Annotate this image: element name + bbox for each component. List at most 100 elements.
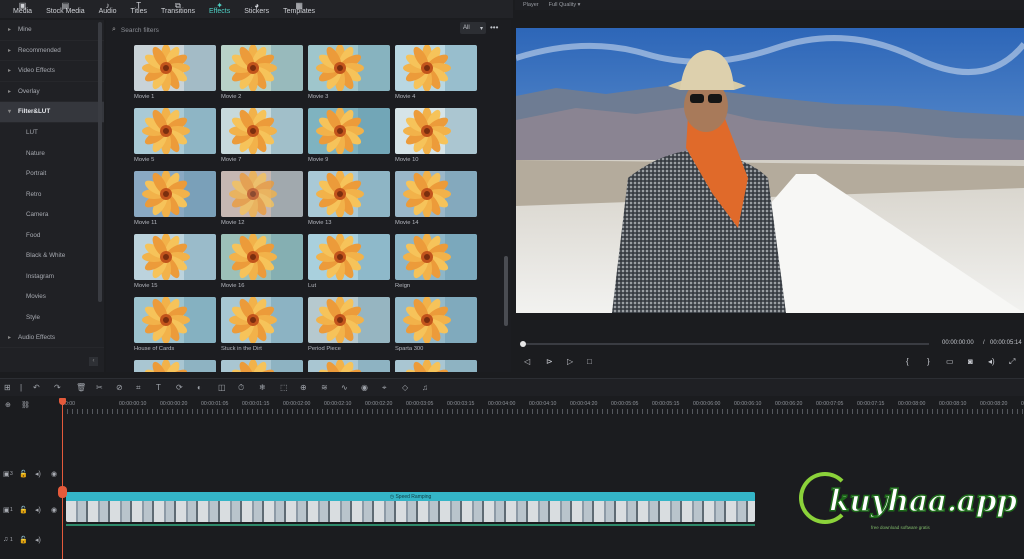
- stop-icon[interactable]: □: [587, 357, 592, 366]
- mark-in-icon[interactable]: {: [906, 357, 909, 366]
- sidebar-item-recommended[interactable]: ▸ Recommended: [0, 41, 104, 61]
- ai-tools-icon[interactable]: ◉: [361, 383, 368, 392]
- tab-stickers[interactable]: ◕ Stickers: [237, 1, 276, 18]
- tab-templates[interactable]: ▦ Templates: [276, 1, 322, 18]
- sidebar-item-movies[interactable]: Movies: [0, 287, 104, 308]
- delete-icon[interactable]: 🗑: [76, 383, 86, 392]
- library-scrollbar[interactable]: [504, 256, 508, 326]
- playback-scrubber[interactable]: [520, 341, 929, 347]
- adjust-icon[interactable]: ⌖: [382, 383, 387, 393]
- video-clip[interactable]: ◷ Speed Ramping: [66, 492, 755, 522]
- redo-icon[interactable]: ↷: [54, 383, 61, 392]
- grid-layout-icon[interactable]: ⊞: [4, 383, 11, 392]
- sidebar-item-style[interactable]: Style: [0, 307, 104, 328]
- marker-icon[interactable]: ⊘: [116, 383, 123, 392]
- color-icon[interactable]: ◐: [197, 383, 202, 392]
- sidebar-item-nature[interactable]: Nature: [0, 143, 104, 164]
- filter-thumbnail[interactable]: Movie 15: [134, 234, 216, 289]
- visibility-icon[interactable]: ◉: [51, 506, 57, 514]
- mark-out-icon[interactable]: }: [927, 357, 930, 366]
- display-icon[interactable]: ▭: [946, 357, 954, 366]
- filter-thumbnail[interactable]: Reign: [395, 234, 477, 289]
- filter-thumbnail[interactable]: Movie 11: [134, 171, 216, 226]
- filter-thumbnail[interactable]: Movie 7: [221, 108, 303, 163]
- sidebar-item-lut[interactable]: LUT: [0, 123, 104, 144]
- filter-thumbnail[interactable]: Movie 16: [221, 234, 303, 289]
- filter-thumbnail[interactable]: Movie 9: [308, 108, 390, 163]
- visibility-icon[interactable]: ◉: [51, 470, 57, 478]
- filter-thumbnail[interactable]: [308, 360, 390, 372]
- sidebar-item-black-white[interactable]: Black & White: [0, 246, 104, 267]
- sidebar-item-overlay[interactable]: ▸ Overlay: [0, 82, 104, 102]
- audio-wave-icon[interactable]: ∿: [341, 383, 348, 392]
- filter-dropdown[interactable]: All ▾: [460, 22, 486, 34]
- audio-detach-icon[interactable]: ♫: [422, 383, 428, 392]
- link-icon[interactable]: ⛓: [21, 401, 30, 409]
- filter-thumbnail[interactable]: [134, 360, 216, 372]
- filter-thumbnail[interactable]: Period Piece: [308, 297, 390, 352]
- mute-icon[interactable]: ◂): [35, 470, 41, 478]
- sidebar-item-instagram[interactable]: Instagram: [0, 266, 104, 287]
- filter-thumbnail[interactable]: Movie 4: [395, 45, 477, 100]
- sidebar-item-portrait[interactable]: Portrait: [0, 164, 104, 185]
- split-icon[interactable]: ✂: [96, 383, 103, 392]
- filter-thumbnail[interactable]: Movie 2: [221, 45, 303, 100]
- tab-transitions[interactable]: ⧉ Transitions: [154, 1, 202, 18]
- mask-icon[interactable]: ◫: [218, 383, 226, 392]
- playhead[interactable]: [62, 399, 63, 559]
- play-from-start-icon[interactable]: ⊳: [546, 357, 553, 366]
- freeze-icon[interactable]: ❄: [259, 383, 266, 392]
- sidebar-item-mine[interactable]: ▸ Mine: [0, 20, 104, 41]
- mute-icon[interactable]: ◂): [35, 506, 41, 514]
- filter-thumbnail[interactable]: Movie 5: [134, 108, 216, 163]
- tab-media[interactable]: ▣ Media: [6, 1, 39, 18]
- sidebar-item-retro[interactable]: Retro: [0, 184, 104, 205]
- playhead-grip[interactable]: [58, 486, 67, 498]
- sidebar-item-camera[interactable]: Camera: [0, 205, 104, 226]
- tab-stock-media[interactable]: ▤ Stock Media: [39, 1, 92, 18]
- search-input[interactable]: Search filters: [121, 27, 159, 34]
- mute-icon[interactable]: ◂): [35, 536, 41, 544]
- filter-thumbnail[interactable]: Sparta 300: [395, 297, 477, 352]
- more-options-icon[interactable]: •••: [490, 23, 498, 32]
- sidebar-item-audio-effects[interactable]: ▸ Audio Effects: [0, 328, 104, 348]
- fullscreen-icon[interactable]: ⤢: [1009, 357, 1015, 367]
- tab-audio[interactable]: ♪ Audio: [92, 1, 124, 18]
- undo-icon[interactable]: ↶: [33, 383, 40, 392]
- tab-effects[interactable]: ✦ Effects: [202, 1, 237, 18]
- sidebar-item-filter-lut[interactable]: ▾ Filter&LUT: [0, 102, 104, 123]
- sidebar-item-food[interactable]: Food: [0, 225, 104, 246]
- filter-thumbnail[interactable]: Movie 1: [134, 45, 216, 100]
- scrubber-handle[interactable]: [520, 341, 526, 347]
- add-track-icon[interactable]: ⊕: [5, 401, 11, 409]
- preview-viewport[interactable]: [516, 28, 1024, 313]
- filter-thumbnail[interactable]: Movie 3: [308, 45, 390, 100]
- speed-icon[interactable]: ⏱: [238, 383, 244, 393]
- lock-icon[interactable]: 🔓: [19, 470, 28, 478]
- stabilize-icon[interactable]: ≋: [321, 383, 328, 392]
- snapshot-icon[interactable]: ◙: [968, 357, 973, 366]
- filter-thumbnail[interactable]: Stuck in the Dirt: [221, 297, 303, 352]
- zoom-icon[interactable]: ⊕: [300, 383, 307, 392]
- play-icon[interactable]: ▷: [567, 357, 573, 366]
- filter-thumbnail[interactable]: Lut: [308, 234, 390, 289]
- sidebar-scrollbar[interactable]: [98, 22, 102, 302]
- filter-thumbnail[interactable]: House of Cards: [134, 297, 216, 352]
- lock-icon[interactable]: 🔓: [19, 506, 28, 514]
- text-icon[interactable]: T: [156, 383, 161, 392]
- filter-thumbnail[interactable]: Movie 14: [395, 171, 477, 226]
- transform-icon[interactable]: ⬚: [280, 383, 288, 392]
- search-bar[interactable]: ⌕ Search filters: [112, 23, 482, 37]
- filter-thumbnail[interactable]: [221, 360, 303, 372]
- prev-frame-icon[interactable]: ◁: [524, 357, 530, 366]
- crop-icon[interactable]: ⌗: [136, 383, 141, 393]
- lock-icon[interactable]: 🔓: [19, 536, 28, 544]
- playhead-handle[interactable]: [59, 398, 66, 405]
- keyframe-icon[interactable]: ◇: [402, 383, 408, 392]
- tab-titles[interactable]: T Titles: [124, 1, 154, 18]
- quality-dropdown[interactable]: Full Quality ▾: [549, 2, 581, 8]
- filter-thumbnail[interactable]: [395, 360, 477, 372]
- filter-thumbnail[interactable]: Movie 13: [308, 171, 390, 226]
- volume-icon[interactable]: ◂): [988, 357, 995, 366]
- sidebar-item-video-effects[interactable]: ▸ Video Effects: [0, 61, 104, 82]
